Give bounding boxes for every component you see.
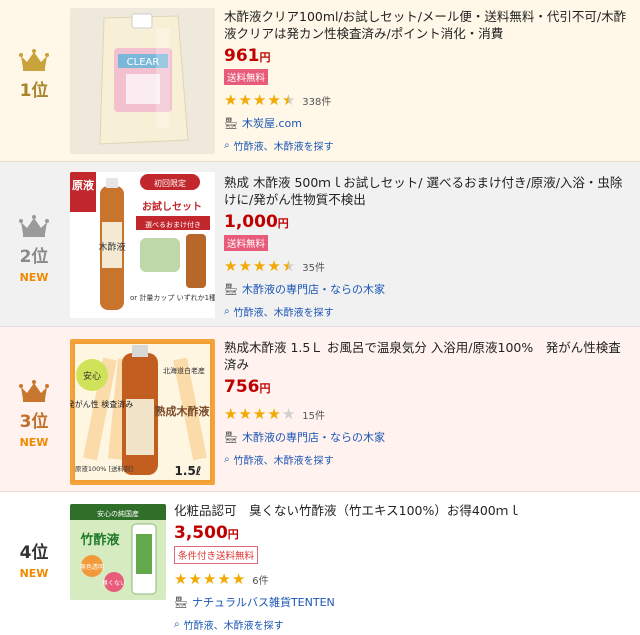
shop-link[interactable]: 🏪︎ 木酢液の専門店・ならの木家	[224, 281, 632, 297]
image-label: 竹酢液	[79, 532, 119, 548]
rating-stars[interactable]: ★ ★ ★ ★ ★ 35件	[224, 257, 632, 275]
search-icon: ⌕	[224, 140, 230, 151]
crown-silver-icon	[19, 215, 49, 237]
ranking-item-4: 4位 NEW 安心の純国産 竹酢液 無色透明 臭くない 化粧品認可 臭くない竹酢…	[0, 492, 640, 635]
star-icon: ★	[267, 405, 281, 423]
product-title-link[interactable]: 熟成木酢液 1.5Ｌ お風呂で温泉気分 入浴用/原液100% 発がん性検査済み	[224, 339, 632, 373]
new-badge: NEW	[19, 567, 49, 580]
star-icon: ★	[252, 405, 267, 423]
star-icon: ★	[238, 91, 252, 109]
search-similar-link[interactable]: ⌕ 竹酢液、木酢液を探す	[224, 138, 632, 153]
image-label: 臭くない	[102, 579, 126, 587]
conditional-shipping-badge: 条件付き送料無料	[174, 546, 259, 564]
star-icon: ★	[217, 570, 231, 588]
star-icon: ★	[238, 405, 252, 423]
rank-number: 2位	[19, 247, 49, 267]
product-title-link[interactable]: 化粧品認可 臭くない竹酢液（竹エキス100%）お得400ｍｌ	[174, 502, 632, 519]
image-label: 熟成木酢液	[155, 404, 211, 418]
image-label: 1.5ℓ	[175, 464, 202, 478]
ranking-item-1: 1位 CLEAR 木酢液クリア100ml/お試しセット/メール便・送料無料・代引…	[0, 0, 640, 162]
rank-number: 1位	[19, 81, 49, 101]
star-empty-icon: ★	[281, 405, 296, 423]
shop-icon: 🏪︎	[224, 282, 238, 296]
shop-link[interactable]: 🏪︎ 木炭屋.com	[224, 115, 632, 131]
star-icon: ★	[224, 405, 238, 423]
image-label: 選べるおまけ付き	[145, 220, 201, 229]
star-icon: ★	[252, 257, 267, 275]
product-info: 熟成 木酢液 500ｍｌお試しセット/ 選べるおまけ付き/原液/入浴・虫除けに/…	[224, 174, 632, 319]
star-half-icon: ★	[281, 91, 296, 109]
rating-stars[interactable]: ★ ★ ★ ★ ★ 6件	[174, 570, 632, 588]
star-icon: ★	[174, 570, 188, 588]
rank-block: 3位 NEW	[0, 379, 68, 449]
image-label: 原液100% [送料別]	[75, 464, 133, 473]
product-info: 木酢液クリア100ml/お試しセット/メール便・送料無料・代引不可/木酢液クリア…	[224, 8, 632, 153]
rating-stars[interactable]: ★ ★ ★ ★ ★ 15件	[224, 405, 632, 423]
star-icon: ★	[224, 91, 238, 109]
search-similar-link[interactable]: ⌕ 竹酢液、木酢液を探す	[224, 452, 632, 467]
product-price: 961円	[224, 46, 271, 66]
review-count-link[interactable]: 6件	[252, 572, 268, 587]
star-half-icon: ★	[281, 257, 296, 275]
product-info: 熟成木酢液 1.5Ｌ お風呂で温泉気分 入浴用/原液100% 発がん性検査済み …	[224, 339, 632, 467]
star-icon: ★	[238, 257, 252, 275]
product-image[interactable]: 安心の純国産 竹酢液 無色透明 臭くない	[70, 504, 166, 600]
image-label: 安心の純国産	[97, 509, 139, 518]
image-label: 無色透明	[80, 563, 104, 571]
image-label: 発がん性 検査済み	[70, 399, 133, 409]
product-title-link[interactable]: 熟成 木酢液 500ｍｌお試しセット/ 選べるおまけ付き/原液/入浴・虫除けに/…	[224, 174, 632, 208]
star-icon: ★	[267, 91, 281, 109]
ranking-item-3: 3位 NEW 安心 発がん性 検査済み 北海道白老産 熟成木酢液 1.5ℓ 原液…	[0, 327, 640, 492]
star-icon: ★	[224, 257, 238, 275]
shop-icon: 🏪︎	[224, 116, 238, 130]
crown-gold-icon	[19, 49, 49, 71]
new-badge: NEW	[19, 436, 49, 449]
image-label: 安心	[83, 370, 101, 382]
product-image-text: CLEAR	[127, 57, 160, 68]
search-similar-link[interactable]: ⌕ 竹酢液、木酢液を探す	[174, 617, 632, 632]
product-price: 1,000円	[224, 212, 289, 232]
rank-block: 1位	[0, 48, 68, 101]
image-label: お試しセット	[142, 200, 202, 213]
ranking-item-2: 2位 NEW 原液 木酢液 初回限定 お試しセット 選べるおまけ付き or 計量…	[0, 162, 640, 327]
rank-number: 4位	[19, 543, 49, 563]
shipping-badge: 送料無料	[224, 69, 269, 85]
star-icon: ★	[231, 570, 246, 588]
rank-number: 3位	[19, 412, 49, 432]
rating-stars[interactable]: ★ ★ ★ ★ ★ 338件	[224, 91, 632, 109]
shipping-badge: 送料無料	[224, 235, 269, 251]
rank-block: 2位 NEW	[0, 214, 68, 284]
review-count-link[interactable]: 35件	[302, 259, 325, 274]
product-price: 756円	[224, 377, 271, 397]
product-info: 化粧品認可 臭くない竹酢液（竹エキス100%）お得400ｍｌ 3,500円 条件…	[174, 502, 632, 632]
search-icon: ⌕	[174, 619, 180, 630]
image-label: 北海道白老産	[163, 366, 205, 375]
product-image[interactable]: 原液 木酢液 初回限定 お試しセット 選べるおまけ付き or 計量カップ いずれ…	[70, 172, 215, 318]
shop-link[interactable]: 🏪︎ 木酢液の専門店・ならの木家	[224, 429, 632, 445]
shop-icon: 🏪︎	[174, 595, 188, 609]
review-count-link[interactable]: 15件	[302, 407, 325, 422]
star-icon: ★	[267, 257, 281, 275]
star-icon: ★	[202, 570, 217, 588]
search-icon: ⌕	[224, 306, 230, 317]
product-title-link[interactable]: 木酢液クリア100ml/お試しセット/メール便・送料無料・代引不可/木酢液クリア…	[224, 8, 632, 42]
search-icon: ⌕	[224, 454, 230, 465]
product-image[interactable]: CLEAR	[70, 8, 215, 154]
star-icon: ★	[188, 570, 202, 588]
star-icon: ★	[252, 91, 267, 109]
product-price: 3,500円	[174, 523, 239, 543]
review-count-link[interactable]: 338件	[302, 93, 331, 108]
image-label: 原液	[72, 178, 95, 192]
crown-bronze-icon	[19, 380, 49, 402]
shop-link[interactable]: 🏪︎ ナチュラルバス雑貨TENTEN	[174, 594, 632, 610]
product-image[interactable]: 安心 発がん性 検査済み 北海道白老産 熟成木酢液 1.5ℓ 原液100% [送…	[70, 339, 215, 485]
new-badge: NEW	[19, 271, 49, 284]
image-label: 初回限定	[154, 178, 186, 188]
search-similar-link[interactable]: ⌕ 竹酢液、木酢液を探す	[224, 304, 632, 319]
shop-icon: 🏪︎	[224, 430, 238, 444]
image-label: 木酢液	[98, 241, 125, 253]
image-label: or 計量カップ いずれか1種	[130, 293, 215, 302]
rank-block: 4位 NEW	[0, 534, 68, 580]
